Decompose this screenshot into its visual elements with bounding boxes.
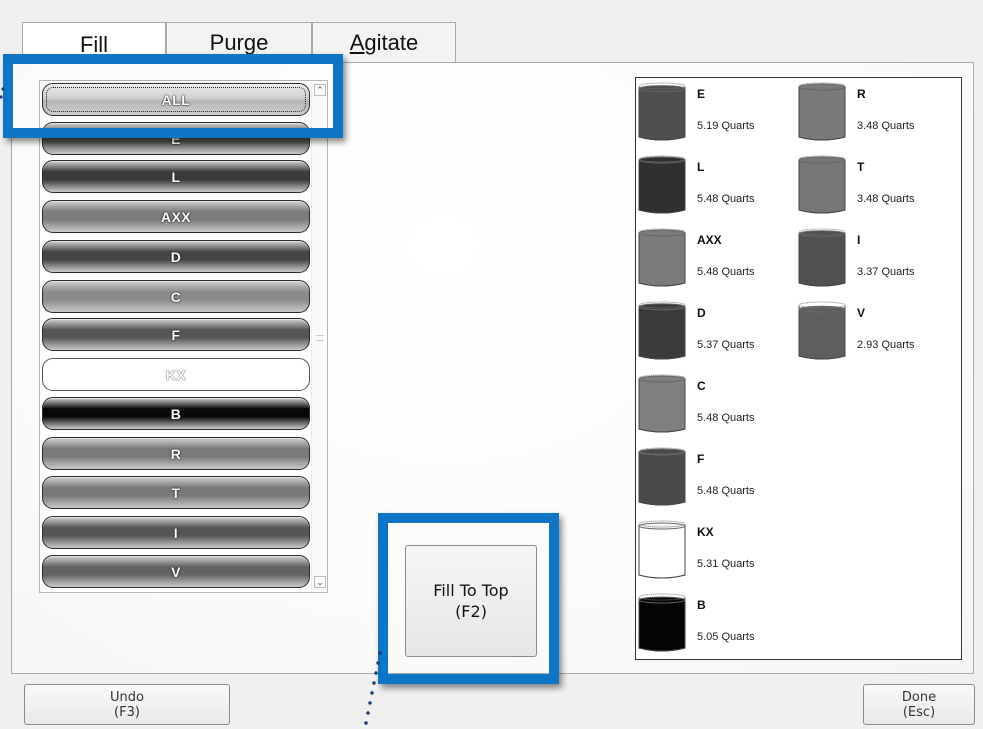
canister-t: T 3.48 Quarts [798,155,928,215]
canister-icon [638,374,686,433]
colorant-button-b[interactable]: B [42,397,310,430]
canister-name: R [857,87,866,101]
canister-icon [798,228,846,287]
colorant-button-e[interactable]: E [42,122,310,155]
colorant-button-label: R [170,445,182,462]
canister-icon [638,301,686,360]
canister-quantity: 2.93 Quarts [857,339,915,351]
tab-agitate-label: Agitate [349,30,419,55]
canister-b: B 5.05 Quarts [638,593,768,653]
colorant-button-t[interactable]: T [42,476,310,509]
canister-icon [798,301,846,360]
canister-name: L [697,160,705,174]
canister-name: I [857,233,861,247]
canister-name: B [697,598,706,612]
canister-l: L 5.48 Quarts [638,155,768,215]
tab-fill[interactable]: Fill [22,22,166,64]
window-top-strip [0,0,983,22]
colorant-button-all[interactable]: ALL [42,83,310,116]
canister-i: I 3.37 Quarts [798,228,928,288]
colorant-list-scrollbar[interactable]: ⌃ ⌄ [311,82,327,592]
colorant-button-axx[interactable]: AXX [42,200,310,233]
canister-quantity: 5.37 Quarts [697,339,755,351]
canister-name: E [697,87,706,101]
canister-v: V 2.93 Quarts [798,301,928,361]
canister-name: D [697,306,706,320]
colorant-button-f[interactable]: F [42,318,310,351]
colorant-button-r[interactable]: R [42,437,310,470]
canister-f: F 5.48 Quarts [638,447,768,507]
colorant-button-v[interactable]: V [42,555,310,588]
undo-button[interactable]: Undo (F3) [24,684,230,725]
colorant-button-label: E [171,130,181,147]
colorant-button-label: V [171,563,181,580]
colorant-button-label: I [173,524,179,541]
scroll-up-arrow-icon[interactable]: ⌃ [314,84,326,96]
colorant-button-kx[interactable]: KX [42,358,310,391]
canister-icon [638,593,686,652]
colorant-button-label: F [171,326,181,343]
undo-shortcut: (F3) [114,704,140,720]
canister-e: E 5.19 Quarts [638,82,768,142]
fill-to-top-label: Fill To Top [433,581,509,600]
canister-quantity: 5.48 Quarts [697,485,755,497]
canister-icon [638,520,686,579]
canister-quantity: 5.48 Quarts [697,193,755,205]
fill-to-top-shortcut: (F2) [455,602,487,621]
canister-quantity: 5.48 Quarts [697,412,755,424]
canister-quantity: 3.48 Quarts [857,193,915,205]
done-button[interactable]: Done (Esc) [863,684,975,725]
canister-quantity: 5.05 Quarts [697,631,755,643]
canister-icon [638,447,686,506]
canister-icon [638,155,686,214]
canister-name: AXX [697,233,722,247]
canister-name: KX [697,525,714,539]
colorant-button-d[interactable]: D [42,240,310,273]
scroll-grip-icon [316,335,324,341]
callout-dots-bottom [364,651,382,725]
canister-icon [638,82,686,141]
colorant-button-label: L [171,168,181,185]
canister-icon [798,82,846,141]
colorant-button-label: ALL [161,91,191,108]
canister-name: V [857,306,866,320]
colorant-button-label: B [170,405,182,422]
canister-name: C [697,379,706,393]
canister-name: F [697,452,705,466]
canister-c: C 5.48 Quarts [638,374,768,434]
fill-to-top-button[interactable]: Fill To Top (F2) [405,545,537,657]
canister-axx: AXX 5.48 Quarts [638,228,768,288]
tab-fill-label: Fill [79,32,109,57]
colorant-button-i[interactable]: I [42,516,310,549]
tab-purge-label: Purge [209,30,269,55]
canister-icon [798,155,846,214]
colorant-button-label: D [170,248,182,265]
canister-quantity: 3.37 Quarts [857,266,915,278]
canister-quantity: 5.19 Quarts [697,120,755,132]
colorant-button-label: T [171,484,181,501]
colorant-button-c[interactable]: C [42,280,310,313]
canister-levels-panel: E 5.19 Quarts L 5.48 Quarts AXX 5.48 Quarts D 5… [635,77,962,660]
canister-icon [638,228,686,287]
done-shortcut: (Esc) [902,704,936,720]
scroll-down-arrow-icon[interactable]: ⌄ [314,576,326,588]
callout-dots-left [0,87,5,99]
tab-purge[interactable]: Purge [166,22,312,62]
done-label: Done [901,689,937,705]
undo-label: Undo [110,689,144,705]
canister-quantity: 5.48 Quarts [697,266,755,278]
canister-quantity: 5.31 Quarts [697,558,755,570]
canister-r: R 3.48 Quarts [798,82,928,142]
colorant-button-label: AXX [160,208,192,225]
canister-kx: KX 5.31 Quarts [638,520,768,580]
tab-agitate[interactable]: Agitate [312,22,456,62]
canister-name: T [857,160,865,174]
canister-d: D 5.37 Quarts [638,301,768,361]
colorant-button-l[interactable]: L [42,160,310,193]
colorant-button-label: C [170,288,182,305]
colorant-button-label: KX [165,366,187,383]
canister-quantity: 3.48 Quarts [857,120,915,132]
